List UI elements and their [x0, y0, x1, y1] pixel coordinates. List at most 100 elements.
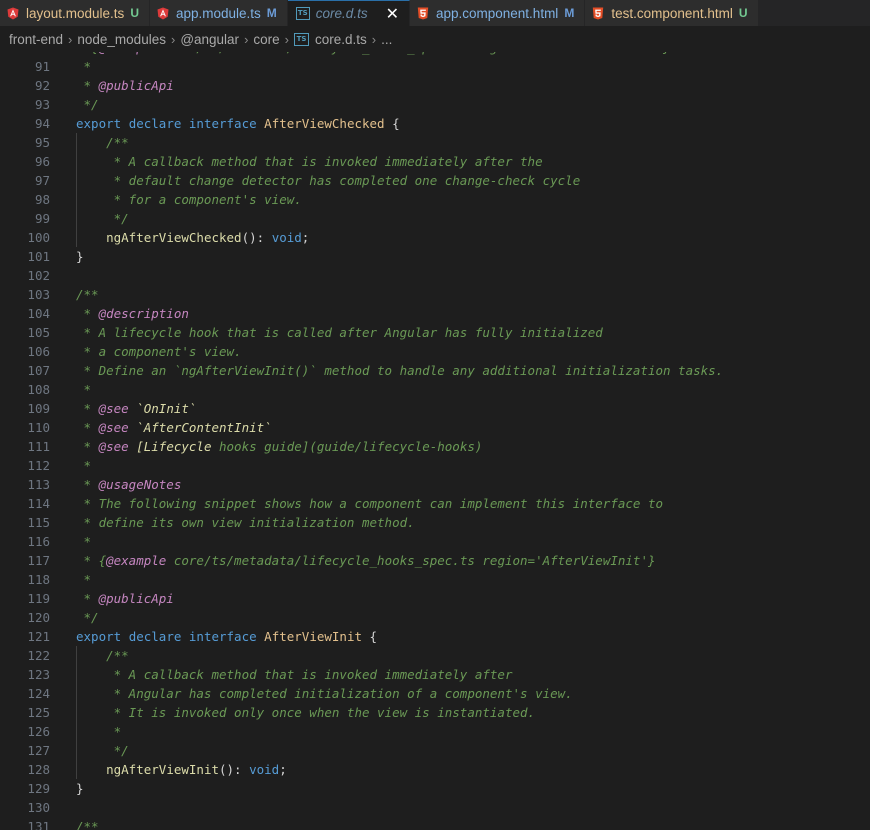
chevron-right-icon: ›: [170, 31, 176, 47]
editor-tab-bar: layout.module.ts Uapp.module.ts M TS core.d.…: [0, 0, 870, 26]
tab-label: test.component.html: [611, 5, 733, 21]
line-number: 120: [27, 610, 50, 625]
line-text: */: [76, 211, 129, 226]
line-number: 115: [27, 515, 50, 530]
line-text: * A callback method that is invoked imme…: [76, 154, 543, 169]
typescript-badge: TS: [295, 7, 310, 20]
line-text: ngAfterViewInit(): void;: [106, 762, 287, 777]
line-number: 118: [27, 572, 50, 587]
line-number: 99: [34, 211, 50, 226]
line-number: 122: [27, 648, 50, 663]
line-text: * @see `AfterContentInit`: [76, 420, 272, 435]
line-text: * a component's view.: [76, 344, 242, 359]
typescript-icon: TS: [295, 7, 310, 21]
line-number: 116: [27, 534, 50, 549]
tab-label: layout.module.ts: [26, 5, 125, 21]
line-number: 107: [27, 363, 50, 378]
editor-tab[interactable]: test.component.html U: [585, 0, 759, 26]
tab-label: app.component.html: [435, 5, 559, 21]
line-text: *: [76, 458, 92, 473]
breadcrumb-item[interactable]: node_modules: [77, 32, 166, 47]
html5-icon: [416, 6, 430, 20]
git-status-badge: U: [130, 6, 139, 20]
line-number: 117: [27, 553, 50, 568]
line-text: * {@example core/ts/metadata/lifecycle_h…: [76, 553, 656, 568]
line-text: *: [76, 382, 92, 397]
line-text: /**: [76, 819, 99, 830]
editor-tab[interactable]: app.module.ts M: [149, 0, 288, 26]
line-text: ngAfterViewChecked(): void;: [106, 230, 310, 245]
line-text: }: [76, 249, 84, 264]
line-text: * Angular has completed initialization o…: [76, 686, 573, 701]
html5-icon: [591, 6, 605, 20]
git-status-badge: M: [266, 6, 277, 20]
breadcrumb-item[interactable]: core: [253, 32, 279, 47]
line-number: 103: [27, 287, 50, 302]
line-text: * for a component's view.: [76, 192, 302, 207]
line-text: */: [76, 97, 99, 112]
line-text: }: [76, 781, 84, 796]
editor-tab[interactable]: layout.module.ts U: [0, 0, 150, 26]
editor-tab[interactable]: TS core.d.ts ✕: [287, 0, 410, 26]
line-text: /**: [76, 135, 129, 150]
breadcrumb-item[interactable]: core.d.ts: [315, 32, 367, 47]
line-number: 119: [27, 591, 50, 606]
line-text: *: [76, 534, 92, 549]
line-number: 106: [27, 344, 50, 359]
chevron-right-icon: ›: [284, 31, 290, 47]
git-status-badge: M: [564, 6, 575, 20]
line-text: * define its own view initialization met…: [76, 515, 415, 530]
line-number: 126: [27, 724, 50, 739]
line-number: 102: [27, 268, 50, 283]
line-text: *: [76, 59, 92, 74]
line-number: 104: [27, 306, 50, 321]
line-number: 124: [27, 686, 50, 701]
line-number: 100: [27, 230, 50, 245]
line-number: 131: [27, 819, 50, 830]
line-number: 92: [34, 78, 50, 93]
line-text: */: [76, 610, 99, 625]
line-text: export declare interface AfterViewInit {: [76, 629, 378, 644]
line-number: 128: [27, 762, 50, 777]
close-icon[interactable]: ✕: [386, 4, 399, 24]
line-number: 93: [34, 97, 50, 112]
line-number: 125: [27, 705, 50, 720]
line-text: * A callback method that is invoked imme…: [76, 667, 513, 682]
line-text: *: [76, 724, 122, 739]
line-number: 101: [27, 249, 50, 264]
line-text: * default change detector has completed …: [76, 173, 581, 188]
line-number: 96: [34, 154, 50, 169]
breadcrumb-item[interactable]: @angular: [180, 32, 239, 47]
line-number: 121: [27, 629, 50, 644]
line-text: {@example core/ts/metadata/lifecycle_hoo…: [76, 52, 671, 57]
line-number: 112: [27, 458, 50, 473]
line-number: 110: [27, 420, 50, 435]
line-number: 94: [34, 116, 50, 131]
angular-icon: [6, 6, 20, 20]
line-number: 123: [27, 667, 50, 682]
line-text: * Define an `ngAfterViewInit()` method t…: [76, 363, 724, 378]
editor-tab[interactable]: app.component.html M: [409, 0, 586, 26]
breadcrumb-item[interactable]: front-end: [9, 32, 63, 47]
code-editor[interactable]: 90 {@example core/ts/metadata/lifecycle_…: [0, 52, 870, 830]
chevron-right-icon: ›: [371, 31, 377, 47]
line-text: * @publicApi: [76, 78, 174, 93]
line-number: 108: [27, 382, 50, 397]
line-text: * The following snippet shows how a comp…: [76, 496, 663, 511]
line-number: 129: [27, 781, 50, 796]
chevron-right-icon: ›: [244, 31, 249, 47]
line-text: * @description: [76, 306, 189, 321]
line-text: * @see [Lifecycle hooks guide](guide/lif…: [76, 439, 483, 454]
line-number: 91: [34, 59, 50, 74]
breadcrumb-item[interactable]: ...: [381, 32, 392, 47]
line-number: 98: [34, 192, 50, 207]
line-text: /**: [76, 287, 99, 302]
line-number: 95: [34, 135, 50, 150]
line-number: 113: [27, 477, 50, 492]
tab-label: core.d.ts: [315, 6, 368, 21]
angular-icon: [156, 6, 170, 20]
line-text: * @publicApi: [76, 591, 174, 606]
line-number: 114: [27, 496, 50, 511]
line-text: /**: [76, 648, 129, 663]
line-text: *: [76, 572, 92, 587]
